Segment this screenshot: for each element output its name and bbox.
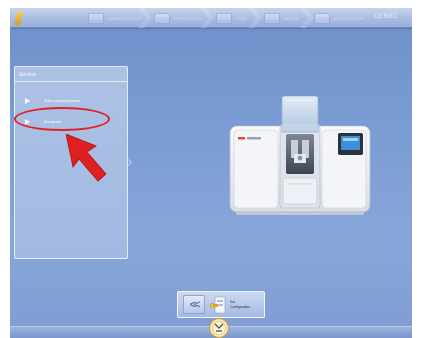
step-label: DESIGN <box>283 15 299 21</box>
menu-item-start-cleaning[interactable]: Start a cleaning process <box>25 96 121 106</box>
panel-divider <box>15 81 127 82</box>
play-icon <box>25 98 30 104</box>
step-separator-icon <box>300 8 314 28</box>
back-button[interactable]: << <box>183 295 205 314</box>
step-label: PREPARATION <box>173 15 203 21</box>
preparation-step-icon <box>154 12 170 24</box>
bottom-nav-panel: << Set Configuration <box>177 291 265 318</box>
design-step-icon <box>264 12 280 24</box>
step-label: SCAN <box>235 15 247 21</box>
admin-step-icon <box>88 12 104 24</box>
configuration-icon <box>210 296 226 313</box>
app-logo-icon <box>14 11 24 25</box>
configuration-label: Set Configuration <box>230 300 250 309</box>
menu-item-label: Start a cleaning process <box>44 99 81 103</box>
milling-machine-image <box>229 96 371 215</box>
scan-step-icon <box>216 12 232 24</box>
panel-title: Service <box>19 72 36 78</box>
configuration-label-line2: Configuration <box>230 304 251 309</box>
topbar-divider <box>10 28 412 29</box>
step-label: ADMINISTRATION <box>107 15 143 21</box>
step-separator-icon <box>248 8 262 28</box>
manufacture-step-icon <box>314 12 330 24</box>
app-window: ADMINISTRATION PREPARATION SCAN DESIGN M… <box>10 8 412 338</box>
highlight-ellipse <box>14 107 110 131</box>
step-design[interactable]: DESIGN <box>264 11 299 25</box>
milling-tool-icon[interactable] <box>209 318 229 338</box>
workflow-bar: ADMINISTRATION PREPARATION SCAN DESIGN M… <box>10 8 412 28</box>
configuration-button[interactable]: Set Configuration <box>210 294 262 315</box>
step-preparation[interactable]: PREPARATION <box>154 11 202 25</box>
red-arrow-icon <box>66 134 106 182</box>
brand-label: CEREC <box>373 14 398 20</box>
step-manufacture[interactable]: MANUFACTURE <box>314 11 365 25</box>
step-scan[interactable]: SCAN <box>216 11 247 25</box>
step-administration[interactable]: ADMINISTRATION <box>88 11 142 25</box>
step-label: MANUFACTURE <box>333 15 365 21</box>
